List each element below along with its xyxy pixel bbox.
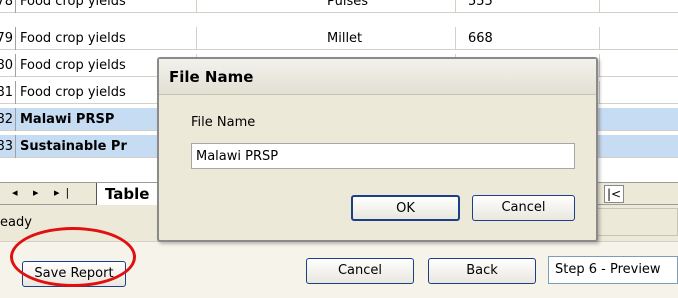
dialog-body: File Name OK Cancel — [165, 95, 590, 235]
cell-value[interactable]: 555 — [455, 0, 600, 13]
cell-name[interactable]: Food crop yields — [16, 27, 196, 50]
highlight-ellipse — [10, 227, 136, 287]
row-number: 79 — [0, 27, 16, 50]
ok-button[interactable]: OK — [351, 195, 460, 221]
status-text: eady — [0, 215, 32, 230]
back-button[interactable]: Back — [428, 258, 536, 284]
row-number: 82 — [0, 108, 16, 131]
cell-crop[interactable]: Pulses — [196, 0, 368, 13]
table-row[interactable]: 78 Food crop yields Pulses 555 — [0, 0, 678, 13]
scroll-left-icon[interactable]: |< — [604, 185, 624, 203]
status-panel — [590, 208, 678, 236]
tab-table[interactable]: Table — [96, 183, 158, 205]
row-number: 81 — [0, 81, 16, 104]
table-row[interactable]: 79 Food crop yields Millet 668 — [0, 27, 678, 50]
step-select[interactable]: Step 6 - Preview — [548, 256, 678, 284]
file-name-input[interactable] — [191, 143, 575, 169]
dialog-title[interactable]: File Name — [159, 59, 596, 95]
row-number: 83 — [0, 135, 16, 158]
row-number: 80 — [0, 54, 16, 77]
sheet-nav-arrows-icon[interactable]: ◂ ▸ ▸| — [12, 186, 75, 199]
row-number: 78 — [0, 0, 16, 13]
cell-name[interactable]: Food crop yields — [16, 0, 196, 13]
dialog-cancel-button[interactable]: Cancel — [472, 195, 575, 221]
file-name-label: File Name — [191, 115, 256, 130]
cell-crop[interactable]: Millet — [196, 27, 362, 50]
file-name-dialog: File Name File Name OK Cancel — [157, 57, 598, 242]
cancel-button[interactable]: Cancel — [306, 258, 414, 284]
cell-value[interactable]: 668 — [455, 27, 600, 50]
